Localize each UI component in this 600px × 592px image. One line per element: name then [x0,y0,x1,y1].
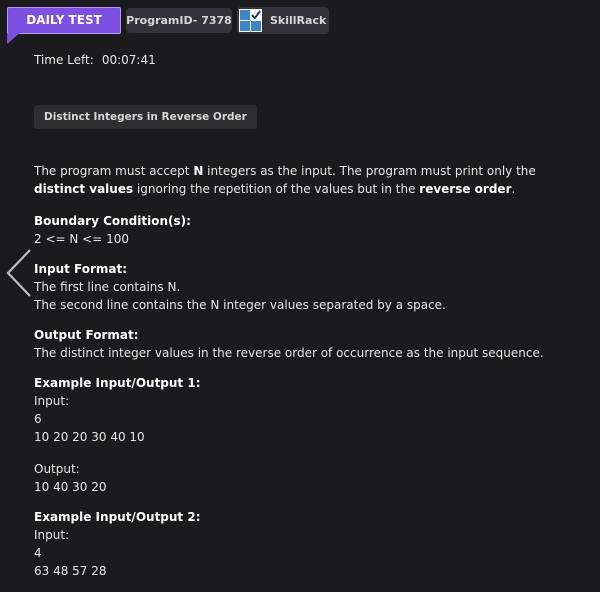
input-format-line: The first line contains N. [34,280,181,294]
chevron-left-icon[interactable] [4,248,34,298]
time-left: Time Left: 00:07:41 [34,53,156,67]
problem-statement: The program must accept N integers as th… [34,162,590,592]
input-format-line: The second line contains the N integer v… [34,298,446,312]
program-id-badge: ProgramID- 7378 [126,8,232,33]
time-left-label: Time Left: [34,53,94,67]
example-1-input-line: 10 20 20 30 40 10 [34,430,145,444]
problem-title: Distinct Integers in Reverse Order [34,105,257,129]
output-format-text: The distinct integer values in the rever… [34,346,544,360]
example-1-input-label: Input: [34,394,70,408]
example-2-input-line: 4 [34,546,42,560]
example-1-output-line: 10 40 30 20 [34,480,107,494]
output-format-heading: Output Format: [34,328,139,342]
problem-description: The program must accept N integers as th… [34,164,536,196]
daily-test-badge-tail [7,33,20,44]
boundary-section: Boundary Condition(s): 2 <= N <= 100 [34,212,590,248]
top-bar: DAILY TEST ProgramID- 7378 SkillRack [0,0,600,44]
example-2-heading: Example Input/Output 2: [34,510,201,524]
input-format-heading: Input Format: [34,262,128,276]
skillrack-logo-icon [239,9,262,32]
example-1-section: Example Input/Output 1: Input: 6 10 20 2… [34,374,590,496]
example-2-input-line: 63 48 57 28 [34,564,107,578]
boundary-text: 2 <= N <= 100 [34,232,129,246]
output-format-section: Output Format: The distinct integer valu… [34,326,590,362]
example-2-section: Example Input/Output 2: Input: 4 63 48 5… [34,508,590,580]
example-1-input-line: 6 [34,412,42,426]
example-1-heading: Example Input/Output 1: [34,376,201,390]
example-1-output-label: Output: [34,462,80,476]
input-format-section: Input Format: The first line contains N.… [34,260,590,314]
time-left-value: 00:07:41 [101,53,156,67]
boundary-heading: Boundary Condition(s): [34,214,191,228]
brand-label: SkillRack [270,14,327,27]
daily-test-badge: DAILY TEST [7,7,121,34]
example-2-input-label: Input: [34,528,70,542]
skillrack-brand[interactable]: SkillRack [237,7,329,34]
